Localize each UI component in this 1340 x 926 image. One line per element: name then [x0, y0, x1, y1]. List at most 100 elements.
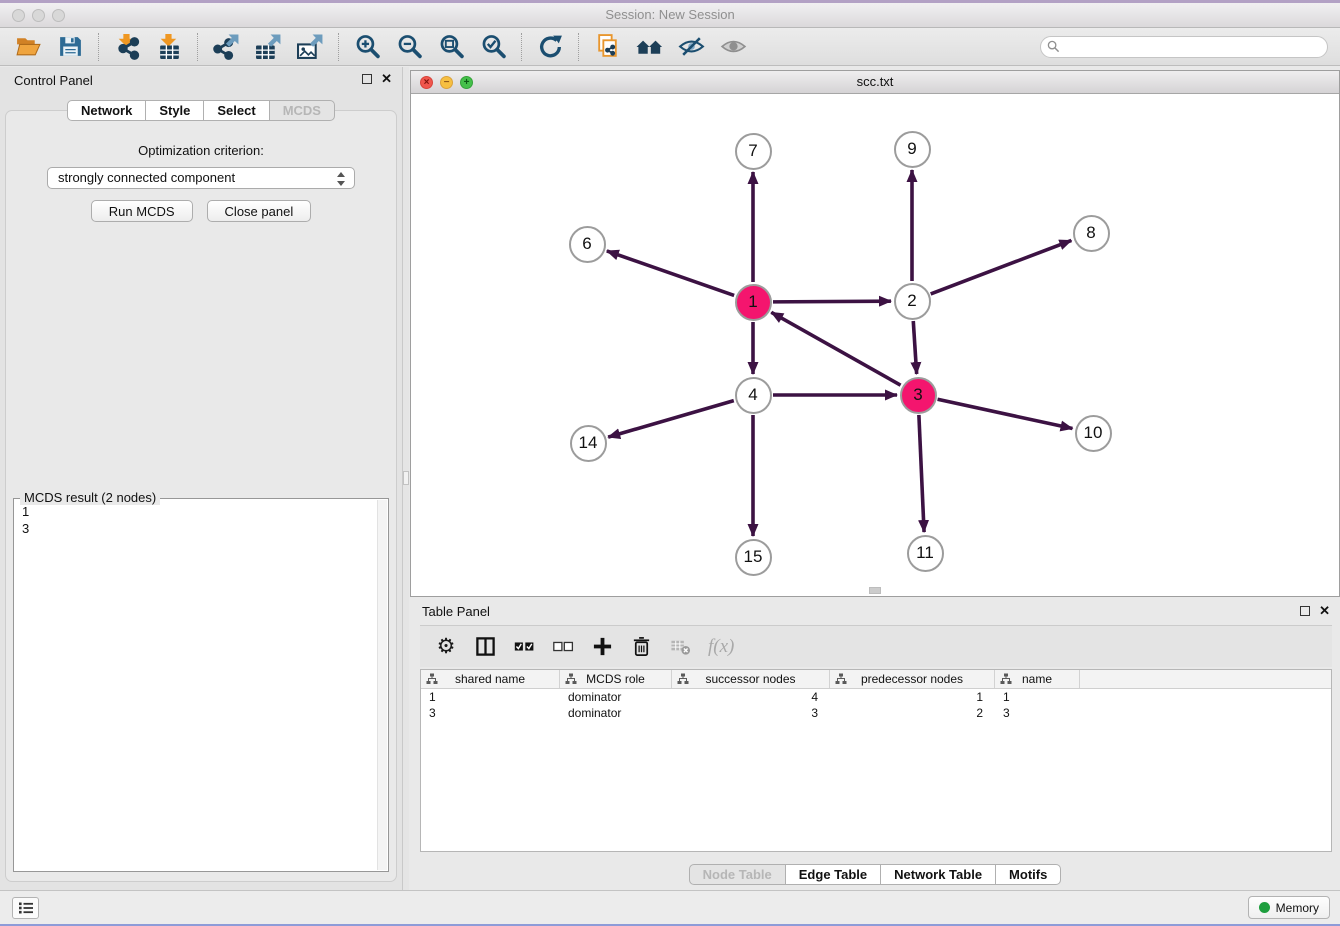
tab-mcds[interactable]: MCDS: [269, 100, 335, 121]
memory-button[interactable]: Memory: [1248, 896, 1330, 919]
workspace: Control Panel NetworkStyleSelectMCDS Opt…: [0, 67, 1340, 890]
export-table-icon[interactable]: [252, 32, 284, 62]
zoom-selected-icon[interactable]: [477, 32, 509, 62]
graph-node-4[interactable]: 4: [735, 377, 772, 414]
table-tab-motifs[interactable]: Motifs: [995, 864, 1061, 885]
edge-layer: [411, 94, 1339, 596]
edge-3-10[interactable]: [938, 399, 1073, 428]
toolbar-group: [338, 33, 509, 61]
memory-label: Memory: [1276, 901, 1319, 915]
export-image-icon[interactable]: [294, 32, 326, 62]
graph-node-8[interactable]: 8: [1073, 215, 1110, 252]
hide-panel-icon[interactable]: [675, 32, 707, 62]
column-header-shared-name[interactable]: shared name: [421, 670, 560, 688]
table-row[interactable]: 1dominator411: [421, 689, 1331, 705]
control-panel-float-button[interactable]: [362, 74, 372, 84]
edge-1-2[interactable]: [773, 301, 891, 302]
export-network-icon[interactable]: [210, 32, 242, 62]
table-panel-title: Table Panel: [422, 604, 490, 619]
close-panel-button[interactable]: Close panel: [207, 200, 312, 222]
table-panel-float-button[interactable]: [1300, 606, 1310, 616]
minimize-view-button[interactable]: −: [440, 76, 453, 89]
network-view-window: ×−+ scc.txt 1234678910111415: [410, 70, 1340, 597]
edge-4-14[interactable]: [608, 401, 734, 438]
graph-node-3[interactable]: 3: [900, 377, 937, 414]
table-mode-icon[interactable]: ⚙: [435, 634, 457, 660]
mcds-result-group: MCDS result (2 nodes) 1 3: [13, 498, 389, 872]
search-input[interactable]: [1040, 36, 1328, 58]
edge-3-11[interactable]: [919, 415, 924, 532]
tab-select[interactable]: Select: [203, 100, 269, 121]
table-tab-network-table[interactable]: Network Table: [880, 864, 996, 885]
table-cell: 1: [421, 690, 560, 704]
save-session-icon[interactable]: [54, 32, 86, 62]
application-window: Session: New Session Control Panel Netwo…: [0, 0, 1340, 926]
import-network-icon[interactable]: [111, 32, 143, 62]
table-cell: 3: [421, 706, 560, 720]
graph-node-7[interactable]: 7: [735, 133, 772, 170]
toolbar-group: [578, 33, 749, 61]
deselect-all-columns-icon[interactable]: [552, 634, 574, 660]
table-tab-node-table[interactable]: Node Table: [689, 864, 786, 885]
import-table-icon[interactable]: [153, 32, 185, 62]
table-cell: 1: [995, 690, 1080, 704]
open-session-icon[interactable]: [12, 32, 44, 62]
status-bar: Memory: [0, 890, 1340, 924]
graph-node-14[interactable]: 14: [570, 425, 607, 462]
toolbar-group: [98, 33, 185, 61]
edge-1-6[interactable]: [607, 251, 734, 295]
network-overview-icon[interactable]: [633, 32, 665, 62]
control-panel-close-button[interactable]: [381, 74, 392, 84]
graph-node-2[interactable]: 2: [894, 283, 931, 320]
select-all-columns-icon[interactable]: [513, 634, 535, 660]
table-row[interactable]: 3dominator323: [421, 705, 1331, 721]
network-canvas[interactable]: 1 2 3 4 6 7 8 9 10 11 14 15: [411, 94, 1339, 596]
edge-2-3[interactable]: [913, 321, 916, 374]
table-toolbar: ⚙f(x): [420, 625, 1332, 667]
search-box: [1040, 36, 1328, 58]
window-titlebar: Session: New Session: [0, 3, 1340, 28]
toolbar-group: [12, 32, 86, 62]
zoom-fit-icon[interactable]: [435, 32, 467, 62]
result-scrollbar[interactable]: [377, 500, 387, 870]
network-area: ×−+ scc.txt 1234678910111415: [409, 67, 1340, 890]
list-icon: [18, 901, 34, 915]
zoom-in-icon[interactable]: [351, 32, 383, 62]
column-header-successor-nodes[interactable]: successor nodes: [672, 670, 830, 688]
table-cell: 2: [830, 706, 995, 720]
panel-splitter[interactable]: [402, 67, 409, 890]
edge-2-8[interactable]: [931, 240, 1072, 293]
run-mcds-button[interactable]: Run MCDS: [91, 200, 193, 222]
control-panel-tabs: NetworkStyleSelectMCDS: [0, 100, 402, 121]
column-header-MCDS-role[interactable]: MCDS role: [560, 670, 672, 688]
graph-node-6[interactable]: 6: [569, 226, 606, 263]
close-icon[interactable]: [12, 9, 25, 22]
graph-node-11[interactable]: 11: [907, 535, 944, 572]
tab-style[interactable]: Style: [145, 100, 204, 121]
task-history-button[interactable]: [12, 897, 39, 919]
create-column-icon[interactable]: [591, 634, 613, 660]
column-header-name[interactable]: name: [995, 670, 1080, 688]
minimize-icon[interactable]: [32, 9, 45, 22]
apply-layout-icon[interactable]: [534, 32, 566, 62]
graph-node-1[interactable]: 1: [735, 284, 772, 321]
graph-node-10[interactable]: 10: [1075, 415, 1112, 452]
toolbar-group: [521, 33, 566, 61]
graph-node-15[interactable]: 15: [735, 539, 772, 576]
criterion-select[interactable]: strongly connected component: [47, 167, 355, 189]
edge-3-1[interactable]: [771, 312, 900, 385]
column-header-predecessor-nodes[interactable]: predecessor nodes: [830, 670, 995, 688]
graph-node-9[interactable]: 9: [894, 131, 931, 168]
zoom-out-icon[interactable]: [393, 32, 425, 62]
zoom-view-button[interactable]: +: [460, 76, 473, 89]
close-view-button[interactable]: ×: [420, 76, 433, 89]
table-tab-edge-table[interactable]: Edge Table: [785, 864, 881, 885]
view-resize-handle[interactable]: [869, 587, 881, 594]
table-panel-close-button[interactable]: [1319, 606, 1330, 616]
show-columns-icon[interactable]: [474, 634, 496, 660]
tab-network[interactable]: Network: [67, 100, 146, 121]
delete-columns-icon[interactable]: [630, 634, 652, 660]
table-cell: 3: [672, 706, 830, 720]
clone-network-icon[interactable]: [591, 32, 623, 62]
maximize-icon[interactable]: [52, 9, 65, 22]
